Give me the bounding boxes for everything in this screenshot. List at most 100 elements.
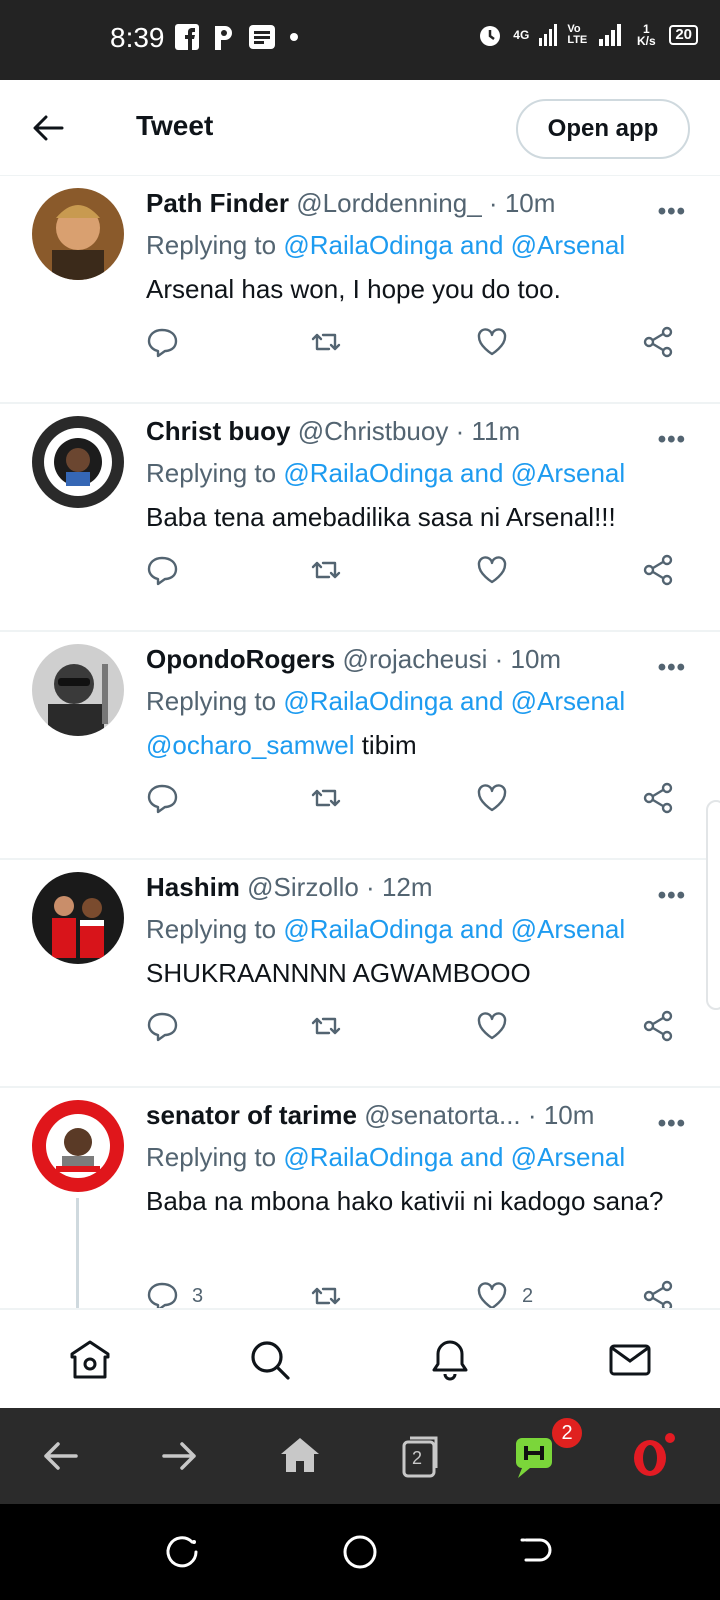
opera-logo-icon[interactable] [628, 1432, 676, 1480]
replying-to-mentions[interactable]: @RailaOdinga and @Arsenal [283, 686, 625, 716]
tweet-item[interactable]: Christ buoy @Christbuoy · 11m ••• Replyi… [0, 404, 720, 632]
browser-forward-icon[interactable] [156, 1432, 204, 1480]
author-handle[interactable]: @Christbuoy [298, 416, 449, 446]
author-handle[interactable]: @senatorta... [364, 1100, 520, 1130]
reply-icon [147, 556, 178, 586]
status-bar: 8:39 4G Vo LTE 1 K/s 20 [0, 0, 720, 80]
author-handle[interactable]: @Sirzollo [247, 872, 359, 902]
retweet-button[interactable] [310, 326, 342, 358]
more-options-icon[interactable]: ••• [658, 882, 686, 910]
share-icon [643, 1280, 673, 1308]
tweet-text-body: Baba na mbona hako kativii ni kadogo san… [146, 1186, 664, 1216]
tweet-header: Path Finder @Lorddenning_ · 10m [146, 188, 555, 219]
author-name[interactable]: senator of tarime [146, 1100, 357, 1130]
share-button[interactable] [642, 782, 674, 814]
heart-icon [477, 1282, 507, 1308]
home-button-icon[interactable] [340, 1532, 380, 1572]
author-name[interactable]: Path Finder [146, 188, 289, 218]
retweet-button[interactable] [310, 554, 342, 586]
search-icon[interactable] [248, 1338, 292, 1382]
bell-icon[interactable] [428, 1338, 472, 1382]
tweet-time[interactable]: 10m [544, 1100, 595, 1130]
retweet-button[interactable] [310, 1010, 342, 1042]
replying-to-mentions[interactable]: @RailaOdinga and @Arsenal [283, 230, 625, 260]
reply-feed[interactable]: Path Finder @Lorddenning_ · 10m ••• Repl… [0, 176, 720, 1308]
recents-icon[interactable] [162, 1532, 202, 1572]
reply-icon [147, 784, 178, 814]
back-button-icon[interactable] [516, 1532, 556, 1572]
browser-toolbar: 2 [0, 1408, 720, 1504]
share-button[interactable] [642, 554, 674, 586]
browser-home-icon[interactable] [276, 1432, 324, 1480]
replying-to-label: Replying to [146, 458, 277, 488]
replying-to-label: Replying to [146, 1142, 277, 1172]
status-system-icons: 4G Vo LTE 1 K/s 20 [477, 22, 698, 48]
network-type-label: 4G [513, 28, 530, 42]
share-icon [643, 326, 673, 358]
reply-button[interactable] [146, 326, 192, 358]
retweet-button[interactable] [310, 782, 342, 814]
reply-icon [147, 1012, 178, 1042]
replying-to-label: Replying to [146, 686, 277, 716]
tabs-count: 2 [412, 1448, 423, 1468]
like-button[interactable] [476, 554, 522, 586]
avatar[interactable] [32, 1100, 124, 1192]
separator: · [494, 644, 504, 674]
home-icon[interactable] [68, 1338, 112, 1382]
avatar[interactable] [32, 416, 124, 508]
reply-button[interactable] [146, 1010, 192, 1042]
replying-to: Replying to @RailaOdinga and @Arsenal [146, 458, 625, 489]
tweet-item[interactable]: Path Finder @Lorddenning_ · 10m ••• Repl… [0, 176, 720, 404]
avatar[interactable] [32, 188, 124, 280]
share-button[interactable] [642, 326, 674, 358]
author-name[interactable]: Christ buoy [146, 416, 290, 446]
share-button[interactable] [642, 1010, 674, 1042]
tweet-text: Arsenal has won, I hope you do too. [146, 270, 676, 309]
more-options-icon[interactable]: ••• [658, 198, 686, 226]
page-title: Tweet [136, 110, 214, 141]
share-button[interactable] [642, 1280, 674, 1308]
dot-icon [290, 33, 298, 41]
replying-to-mentions[interactable]: @RailaOdinga and @Arsenal [283, 1142, 625, 1172]
tweet-time[interactable]: 10m [511, 644, 562, 674]
tweet-time[interactable]: 10m [505, 188, 556, 218]
tweet-item[interactable]: senator of tarime @senatorta... · 10m ••… [0, 1088, 720, 1308]
separator: · [527, 1100, 537, 1130]
avatar[interactable] [32, 872, 124, 964]
like-button[interactable]: 2 [476, 1280, 533, 1308]
replying-to-label: Replying to [146, 230, 277, 260]
like-button[interactable] [476, 1010, 522, 1042]
author-name[interactable]: Hashim [146, 872, 240, 902]
tweet-time[interactable]: 12m [382, 872, 433, 902]
reply-button[interactable] [146, 782, 192, 814]
author-name[interactable]: OpondoRogers [146, 644, 335, 674]
notification-badge: 2 [550, 1416, 584, 1450]
heart-icon [477, 328, 507, 356]
open-app-button[interactable]: Open app [516, 99, 690, 159]
replying-to-mentions[interactable]: @RailaOdinga and @Arsenal [283, 914, 625, 944]
more-options-icon[interactable]: ••• [658, 426, 686, 454]
tweet-item[interactable]: Hashim @Sirzollo · 12m ••• Replying to @… [0, 860, 720, 1088]
text-mention[interactable]: @ocharo_samwel [146, 730, 354, 760]
signal-icon-2 [599, 24, 622, 46]
tweet-item[interactable]: OpondoRogers @rojacheusi · 10m ••• Reply… [0, 632, 720, 860]
browser-back-icon[interactable] [36, 1432, 84, 1480]
tabs-button[interactable]: 2 [396, 1432, 444, 1480]
like-button[interactable] [476, 782, 522, 814]
tweet-text-body: tibim [354, 730, 417, 760]
more-options-icon[interactable]: ••• [658, 1110, 686, 1138]
replying-to-mentions[interactable]: @RailaOdinga and @Arsenal [283, 458, 625, 488]
like-button[interactable] [476, 326, 522, 358]
retweet-button[interactable] [310, 1280, 342, 1308]
avatar[interactable] [32, 644, 124, 736]
author-handle[interactable]: @Lorddenning_ [296, 188, 481, 218]
reply-button[interactable] [146, 554, 192, 586]
tweet-header: Hashim @Sirzollo · 12m [146, 872, 433, 903]
reply-button[interactable]: 3 [146, 1280, 203, 1308]
author-handle[interactable]: @rojacheusi [342, 644, 487, 674]
scroll-handle[interactable] [706, 800, 720, 1010]
tweet-time[interactable]: 11m [472, 416, 521, 446]
mail-icon[interactable] [608, 1338, 652, 1382]
more-options-icon[interactable]: ••• [658, 654, 686, 682]
back-arrow-icon[interactable] [30, 110, 66, 146]
